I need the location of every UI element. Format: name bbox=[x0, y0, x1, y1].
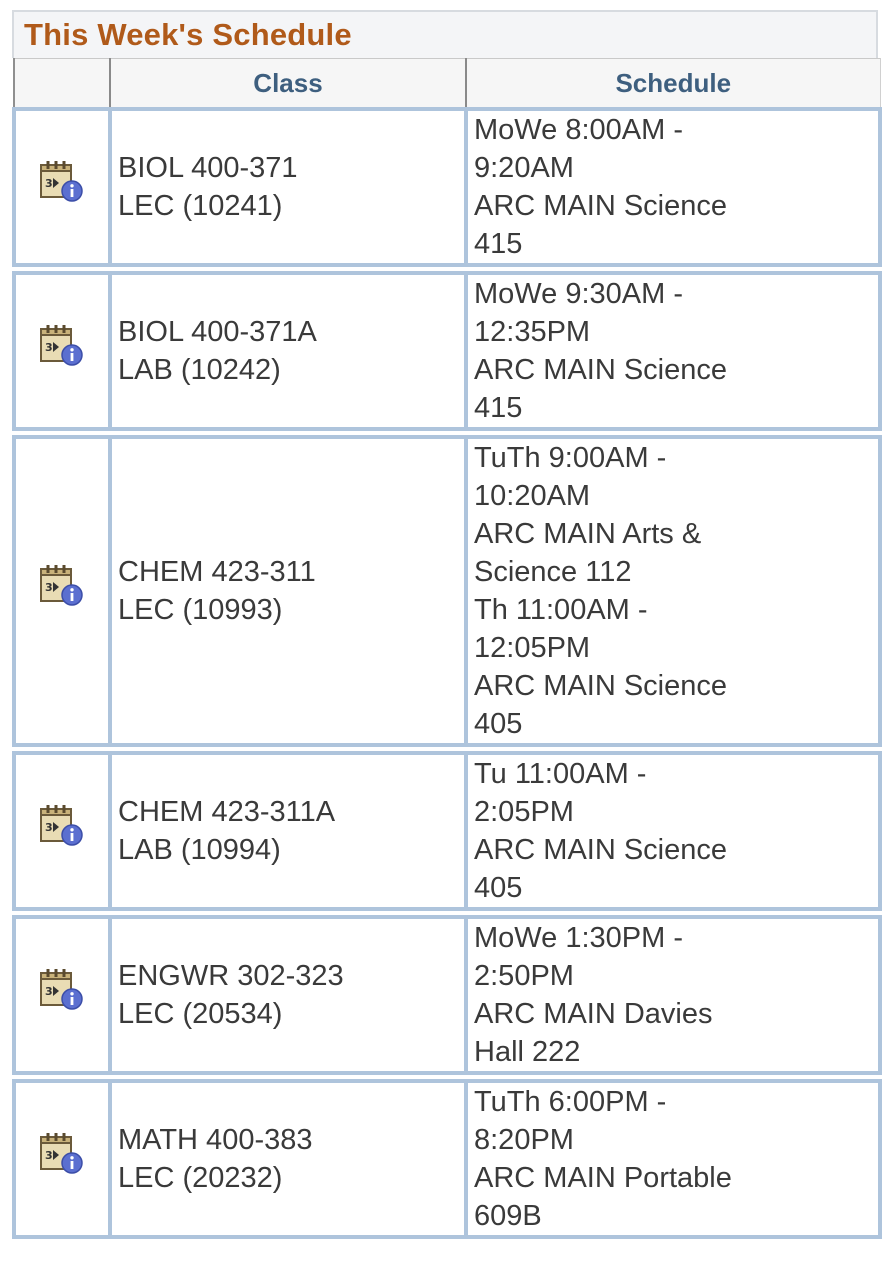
table-header-row: Class Schedule bbox=[13, 58, 881, 110]
class-line: LEC (10993) bbox=[118, 594, 283, 626]
class-details-icon[interactable]: 3 bbox=[39, 160, 85, 204]
class-line: LEC (10241) bbox=[118, 190, 283, 222]
schedule-line: 10:20AM bbox=[474, 480, 591, 512]
panel-header: This Week's Schedule bbox=[12, 10, 878, 58]
class-line: LAB (10994) bbox=[118, 834, 281, 866]
schedule-line: 8:20PM bbox=[474, 1124, 574, 1156]
schedule-line: Science 112 bbox=[474, 556, 632, 588]
class-details-cell: 3 bbox=[12, 435, 112, 747]
schedule-line: ARC MAIN Science bbox=[474, 670, 728, 702]
schedule-line: 2:50PM bbox=[474, 960, 574, 992]
schedule-cell: MoWe 8:00AM - 9:20AM ARC MAIN Science 415 bbox=[464, 107, 882, 267]
schedule-line: ARC MAIN Science bbox=[474, 190, 728, 222]
schedule-panel: This Week's Schedule Class Schedule 3 BIO… bbox=[12, 10, 882, 1239]
class-line: LEC (20232) bbox=[118, 1162, 283, 1194]
column-header-schedule[interactable]: Schedule bbox=[465, 58, 881, 110]
schedule-line: ARC MAIN Portable bbox=[474, 1162, 732, 1194]
class-cell: CHEM 423-311 LEC (10993) bbox=[108, 435, 468, 747]
schedule-line: 609B bbox=[474, 1200, 542, 1232]
svg-text:3: 3 bbox=[45, 581, 53, 594]
svg-text:3: 3 bbox=[45, 177, 53, 190]
table-row: 3 CHEM 423-311A LAB (10994) Tu 11:00AM - 2:0… bbox=[12, 751, 882, 911]
class-details-icon[interactable]: 3 bbox=[39, 564, 85, 608]
class-details-icon[interactable]: 3 bbox=[39, 968, 85, 1012]
row-spacer-cell bbox=[14, 745, 880, 753]
schedule-line: 415 bbox=[474, 392, 523, 424]
schedule-cell: TuTh 9:00AM - 10:20AM ARC MAIN Arts & Scien… bbox=[464, 435, 882, 747]
schedule-line: 415 bbox=[474, 228, 523, 260]
class-details-icon[interactable]: 3 bbox=[39, 804, 85, 848]
svg-text:3: 3 bbox=[45, 341, 53, 354]
schedule-line: MoWe 8:00AM - bbox=[474, 114, 683, 146]
column-header-icon bbox=[13, 58, 111, 110]
row-spacer bbox=[14, 429, 880, 437]
class-cell: ENGWR 302-323 LEC (20534) bbox=[108, 915, 468, 1075]
table-row: 3 BIOL 400-371 LEC (10241) MoWe 8:00AM - 9:2… bbox=[12, 107, 882, 267]
schedule-line: ARC MAIN Davies bbox=[474, 998, 713, 1030]
schedule-line: 9:20AM bbox=[474, 152, 574, 184]
table-row: 3 CHEM 423-311 LEC (10993) TuTh 9:00AM - 10:… bbox=[12, 435, 882, 747]
schedule-cell: MoWe 9:30AM - 12:35PM ARC MAIN Science 415 bbox=[464, 271, 882, 431]
table-row: 3 BIOL 400-371A LAB (10242) MoWe 9:30AM - 12… bbox=[12, 271, 882, 431]
svg-text:3: 3 bbox=[45, 985, 53, 998]
schedule-cell: TuTh 6:00PM - 8:20PM ARC MAIN Portable 609B bbox=[464, 1079, 882, 1239]
class-line: BIOL 400-371 bbox=[118, 152, 298, 184]
class-details-cell: 3 bbox=[12, 1079, 112, 1239]
class-details-icon[interactable]: 3 bbox=[39, 1132, 85, 1176]
row-spacer bbox=[14, 745, 880, 753]
schedule-cell: MoWe 1:30PM - 2:50PM ARC MAIN Davies Hall 2… bbox=[464, 915, 882, 1075]
schedule-line: 2:05PM bbox=[474, 796, 574, 828]
class-cell: MATH 400-383 LEC (20232) bbox=[108, 1079, 468, 1239]
class-details-cell: 3 bbox=[12, 107, 112, 267]
row-spacer-cell bbox=[14, 1073, 880, 1081]
class-details-cell: 3 bbox=[12, 271, 112, 431]
class-line: LAB (10242) bbox=[118, 354, 281, 386]
schedule-line: MoWe 1:30PM - bbox=[474, 922, 683, 954]
schedule-line: TuTh 6:00PM - bbox=[474, 1086, 667, 1118]
schedule-line: ARC MAIN Science bbox=[474, 834, 728, 866]
class-line: ENGWR 302-323 bbox=[118, 960, 344, 992]
schedule-table: Class Schedule 3 BIOL 400-371 LEC (10241) M… bbox=[12, 58, 882, 1239]
table-row: 3 MATH 400-383 LEC (20232) TuTh 6:00PM - 8:2… bbox=[12, 1079, 882, 1239]
column-header-class[interactable]: Class bbox=[109, 58, 467, 110]
schedule-line: 405 bbox=[474, 708, 523, 740]
schedule-line: TuTh 9:00AM - bbox=[474, 442, 667, 474]
class-line: BIOL 400-371A bbox=[118, 316, 317, 348]
class-line: MATH 400-383 bbox=[118, 1124, 313, 1156]
schedule-line: 12:05PM bbox=[474, 632, 591, 664]
row-spacer-cell bbox=[14, 909, 880, 917]
class-line: CHEM 423-311 bbox=[118, 556, 316, 588]
row-spacer-cell bbox=[14, 265, 880, 273]
row-spacer bbox=[14, 1073, 880, 1081]
schedule-cell: Tu 11:00AM - 2:05PM ARC MAIN Science 405 bbox=[464, 751, 882, 911]
class-details-cell: 3 bbox=[12, 915, 112, 1075]
class-line: CHEM 423-311A bbox=[118, 796, 336, 828]
class-line: LEC (20534) bbox=[118, 998, 283, 1030]
schedule-line: Th 11:00AM - bbox=[474, 594, 648, 626]
svg-text:3: 3 bbox=[45, 821, 53, 834]
row-spacer-cell bbox=[14, 429, 880, 437]
class-cell: CHEM 423-311A LAB (10994) bbox=[108, 751, 468, 911]
row-spacer bbox=[14, 265, 880, 273]
row-spacer bbox=[14, 909, 880, 917]
panel-title: This Week's Schedule bbox=[24, 17, 352, 52]
class-details-cell: 3 bbox=[12, 751, 112, 911]
schedule-line: MoWe 9:30AM - bbox=[474, 278, 683, 310]
svg-text:3: 3 bbox=[45, 1149, 53, 1162]
table-row: 3 ENGWR 302-323 LEC (20534) MoWe 1:30PM - 2:… bbox=[12, 915, 882, 1075]
class-cell: BIOL 400-371A LAB (10242) bbox=[108, 271, 468, 431]
schedule-line: Hall 222 bbox=[474, 1036, 581, 1068]
schedule-line: 12:35PM bbox=[474, 316, 591, 348]
class-cell: BIOL 400-371 LEC (10241) bbox=[108, 107, 468, 267]
schedule-line: ARC MAIN Arts & bbox=[474, 518, 702, 550]
schedule-line: 405 bbox=[474, 872, 523, 904]
schedule-line: Tu 11:00AM - bbox=[474, 758, 647, 790]
class-details-icon[interactable]: 3 bbox=[39, 324, 85, 368]
schedule-line: ARC MAIN Science bbox=[474, 354, 728, 386]
